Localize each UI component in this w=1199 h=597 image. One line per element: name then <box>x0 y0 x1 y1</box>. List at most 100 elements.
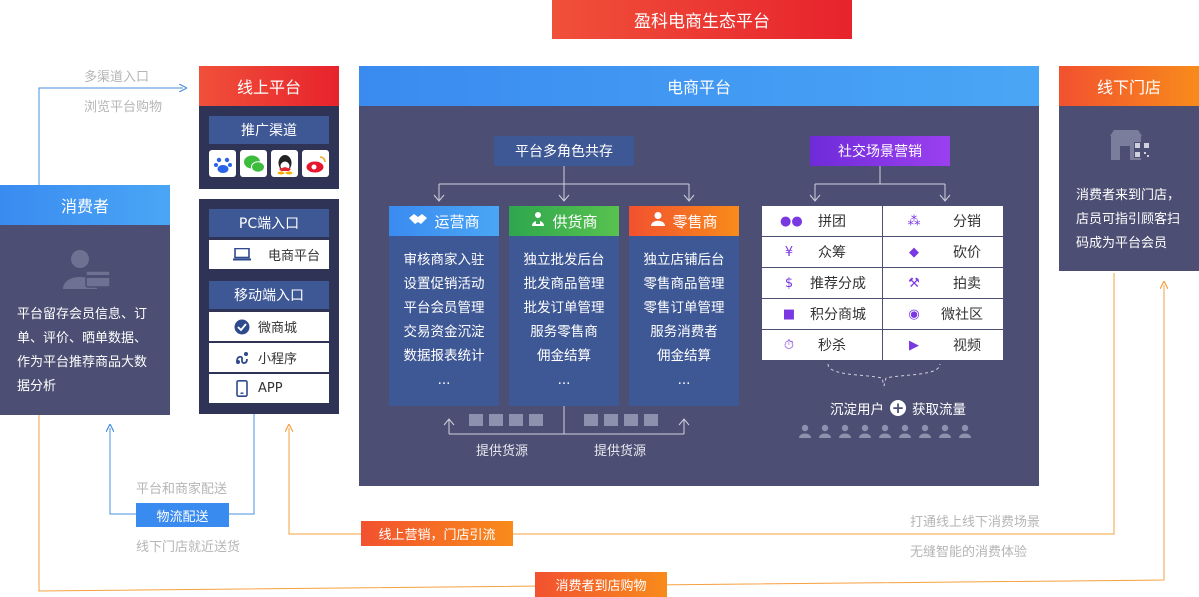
page-title: 盈科电商生态平台 <box>552 0 852 39</box>
social-label: 拍卖 <box>953 276 981 292</box>
social-item-referral[interactable]: $ 推荐分成 <box>762 268 882 298</box>
mobile-entry-label: 微商城 <box>258 321 298 336</box>
flash-sale-icon: ⏱ <box>783 337 795 353</box>
role-item: ... <box>437 372 451 388</box>
social-item-points-mall[interactable]: ■ 积分商城 <box>762 299 882 329</box>
roles-branch <box>433 166 695 202</box>
ecommerce-title: 电商平台 <box>359 66 1039 106</box>
brace-connector <box>827 363 941 387</box>
offline-title: 线下门店 <box>1059 66 1199 106</box>
pc-entry-title: PC端入口 <box>209 209 329 237</box>
role-item: 服务消费者 <box>650 324 718 340</box>
role-body: 审核商家入驻 设置促销活动 平台会员管理 交易资金沉淀 数据报表统计 ... <box>389 236 499 406</box>
laptop-icon <box>233 247 251 265</box>
role-body: 独立店铺后台 零售商品管理 零售订单管理 服务消费者 佣金结算 ... <box>629 236 739 406</box>
group-icon: ●● <box>780 213 803 229</box>
role-name: 零售商 <box>672 212 718 231</box>
weibo-icon[interactable] <box>302 150 329 177</box>
promo-title: 推广渠道 <box>209 116 329 144</box>
social-label: 视频 <box>953 338 981 354</box>
role-item: 批发订单管理 <box>523 300 605 316</box>
social-item-distribution[interactable]: ⁂ 分销 <box>883 206 1003 236</box>
social-label: 拼团 <box>818 214 846 230</box>
pc-entry-label: 电商平台 <box>268 249 321 264</box>
channel-label-2: 浏览平台购物 <box>84 100 163 115</box>
social-label: 砍价 <box>953 245 981 261</box>
role-body: 独立批发后台 批发商品管理 批发订单管理 服务零售商 佣金结算 ... <box>509 236 619 406</box>
gift-icon: ■ <box>782 306 796 322</box>
consumer-card-icon <box>63 250 111 289</box>
role-item: 审核商家入驻 <box>403 252 485 268</box>
mini-program-icon <box>234 350 250 370</box>
role-head: 零售商 <box>629 206 739 236</box>
check-circle-icon <box>234 319 250 339</box>
offline-text: 消费者来到门店，店员可指引顾客扫码成为平台会员 <box>1076 188 1181 251</box>
flow-row: 沉淀用户 + 获取流量 <box>818 398 978 418</box>
social-title: 社交场景营销 <box>810 136 950 166</box>
role-item: 服务零售商 <box>530 324 598 340</box>
supply-label-1: 提供货源 <box>476 444 529 459</box>
flow-right-label: 获取流量 <box>912 402 966 418</box>
bargain-icon: ◆ <box>909 244 919 260</box>
role-head: 运营商 <box>389 206 499 236</box>
role-item: ... <box>557 372 571 388</box>
social-item-crowdfunding[interactable]: ¥ 众筹 <box>762 237 882 267</box>
offline-label-1: 打通线上线下消费场景 <box>910 515 1041 530</box>
logistics-top-label: 平台和商家配送 <box>136 482 228 497</box>
phone-icon <box>236 380 248 401</box>
users-icon-row <box>799 424 971 438</box>
role-item: 独立批发后台 <box>523 252 605 268</box>
social-item-group-buy[interactable]: ●● 拼团 <box>762 206 882 236</box>
social-grid: ●● 拼团 ⁂ 分销 ¥ 众筹 ◆ 砍价 $ 推荐分成 ⚒ 拍卖 ■ 积分商城 … <box>762 206 1003 360</box>
consumer-text: 平台留存会员信息、订单、评价、晒单数据、作为平台推荐商品大数据分析 <box>17 307 148 394</box>
role-column-operator: 运营商 审核商家入驻 设置促销活动 平台会员管理 交易资金沉淀 数据报表统计 .… <box>389 206 499 406</box>
role-item: ... <box>677 372 691 388</box>
social-item-video[interactable]: ▶ 视频 <box>883 330 1003 360</box>
ecommerce-panel: 平台多角色共存 运营商 审核商家入驻 设置促销活动 平台会员管理 交易资金沉淀 … <box>359 106 1039 486</box>
role-item: 零售商品管理 <box>643 276 725 292</box>
logistics-bottom-label: 线下门店就近送货 <box>136 540 241 555</box>
store-qr-icon <box>1110 130 1150 160</box>
role-item: 零售订单管理 <box>643 300 725 316</box>
social-item-flash-sale[interactable]: ⏱ 秒杀 <box>762 330 882 360</box>
roles-title: 平台多角色共存 <box>494 136 634 166</box>
wechat-icon[interactable] <box>240 150 267 177</box>
pc-entry-item[interactable]: 电商平台 <box>209 240 329 269</box>
role-item: 平台会员管理 <box>403 300 485 316</box>
consumer-title: 消费者 <box>0 185 170 225</box>
mobile-entry-mini-program[interactable]: 小程序 <box>209 343 329 372</box>
consumer-panel: 平台留存会员信息、订单、评价、晒单数据、作为平台推荐商品大数据分析 <box>0 225 170 415</box>
social-item-auction[interactable]: ⚒ 拍卖 <box>883 268 1003 298</box>
crowdfunding-icon: ¥ <box>784 244 794 260</box>
role-column-supplier: 供货商 独立批发后台 批发商品管理 批发订单管理 服务零售商 佣金结算 ... <box>509 206 619 406</box>
role-column-retailer: 零售商 独立店铺后台 零售商品管理 零售订单管理 服务消费者 佣金结算 ... <box>629 206 739 406</box>
logistics-badge: 物流配送 <box>136 503 229 527</box>
auction-icon: ⚒ <box>908 275 920 291</box>
role-item: 设置促销活动 <box>403 276 485 292</box>
social-item-bargain[interactable]: ◆ 砍价 <box>883 237 1003 267</box>
plus-icon: + <box>890 399 906 417</box>
role-item: 独立店铺后台 <box>643 252 725 268</box>
mobile-entry-label: 小程序 <box>258 352 298 367</box>
promo-panel: 推广渠道 <box>199 106 339 189</box>
role-item: 佣金结算 <box>657 348 711 364</box>
supply-label-2: 提供货源 <box>594 444 647 459</box>
role-item: 佣金结算 <box>537 348 591 364</box>
role-item: 交易资金沉淀 <box>403 324 485 340</box>
community-icon: ◉ <box>908 306 920 322</box>
social-label: 积分商城 <box>810 307 866 323</box>
mobile-entry-wechat-mall[interactable]: 微商城 <box>209 312 329 341</box>
role-name: 运营商 <box>434 212 480 231</box>
retailer-icon <box>650 211 666 231</box>
social-item-community[interactable]: ◉ 微社区 <box>883 299 1003 329</box>
social-label: 众筹 <box>818 245 846 261</box>
social-branch <box>809 166 951 202</box>
role-head: 供货商 <box>509 206 619 236</box>
channel-label-1: 多渠道入口 <box>84 70 150 85</box>
mobile-entry-app[interactable]: APP <box>209 374 329 403</box>
qq-icon[interactable] <box>271 150 298 177</box>
baidu-icon[interactable] <box>209 150 236 177</box>
role-name: 供货商 <box>552 212 598 231</box>
online-title: 线上平台 <box>199 66 339 106</box>
social-label: 秒杀 <box>818 338 846 354</box>
